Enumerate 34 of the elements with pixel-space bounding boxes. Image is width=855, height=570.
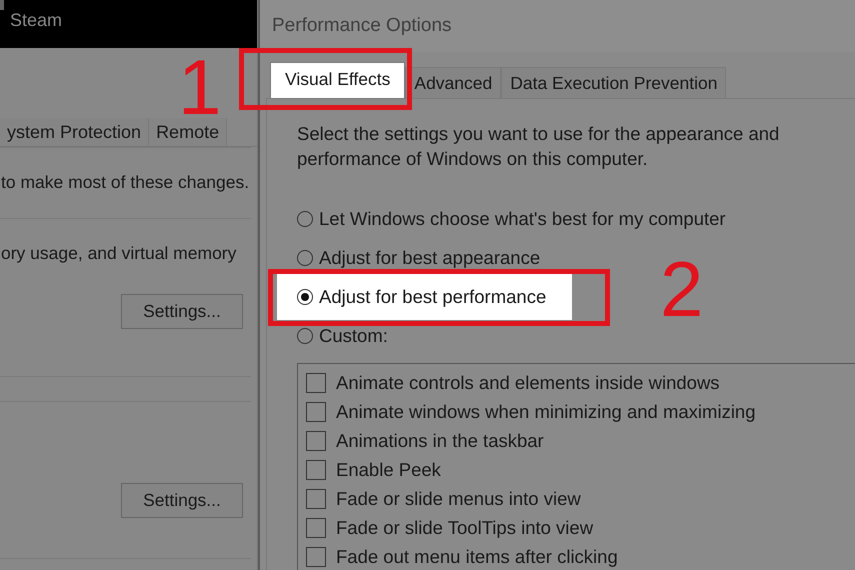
- checkbox[interactable]: [306, 518, 326, 538]
- checkbox[interactable]: [306, 402, 326, 422]
- step-number: 2: [660, 250, 704, 328]
- description-text: Select the settings you want to use for the appearance and performance of Windows on this computer.: [297, 122, 780, 171]
- description-text: ory usage, and virtual memory: [1, 243, 238, 264]
- checkbox[interactable]: [306, 488, 326, 508]
- checkbox-label: Animate windows when minimizing and maximizing: [336, 400, 756, 422]
- radio-button[interactable]: [297, 250, 313, 266]
- checkbox[interactable]: [306, 460, 326, 480]
- checkbox-label: Enable Peek: [336, 458, 441, 480]
- checkbox-label: Fade or slide ToolTips into view: [336, 516, 594, 538]
- radio-label: Custom:: [319, 324, 388, 346]
- tab[interactable]: Visual Effects: [270, 62, 406, 98]
- checkbox-label: Fade or slide menus into view: [336, 488, 581, 510]
- radio-button[interactable]: [297, 210, 313, 226]
- description-text: to make most of these changes.: [1, 172, 250, 193]
- checkbox[interactable]: [306, 372, 326, 392]
- checkbox-label: Fade out menu items after clicking: [336, 546, 618, 568]
- radio-label: Let Windows choose what's best for my computer: [319, 208, 726, 230]
- radio-button[interactable]: [297, 288, 313, 304]
- radio-option-highlight[interactable]: Adjust for best performance: [277, 274, 572, 320]
- window-title: Steam: [10, 10, 62, 30]
- radio-button[interactable]: [297, 328, 313, 344]
- settings-button[interactable]: Settings...: [121, 482, 243, 518]
- checkbox[interactable]: [306, 546, 326, 566]
- tab[interactable]: Advanced: [405, 67, 502, 98]
- radio-label: Adjust for best performance: [319, 286, 546, 308]
- checkbox-label: Animations in the taskbar: [336, 430, 544, 452]
- radio-label: Adjust for best appearance: [319, 246, 540, 268]
- dialog-title: Performance Options: [260, 0, 855, 52]
- settings-button[interactable]: Settings...: [121, 294, 243, 329]
- checkbox[interactable]: [306, 430, 326, 450]
- tab[interactable]: Data Execution Prevention: [501, 67, 726, 98]
- checkbox-label: Animate controls and elements inside windows: [336, 372, 720, 394]
